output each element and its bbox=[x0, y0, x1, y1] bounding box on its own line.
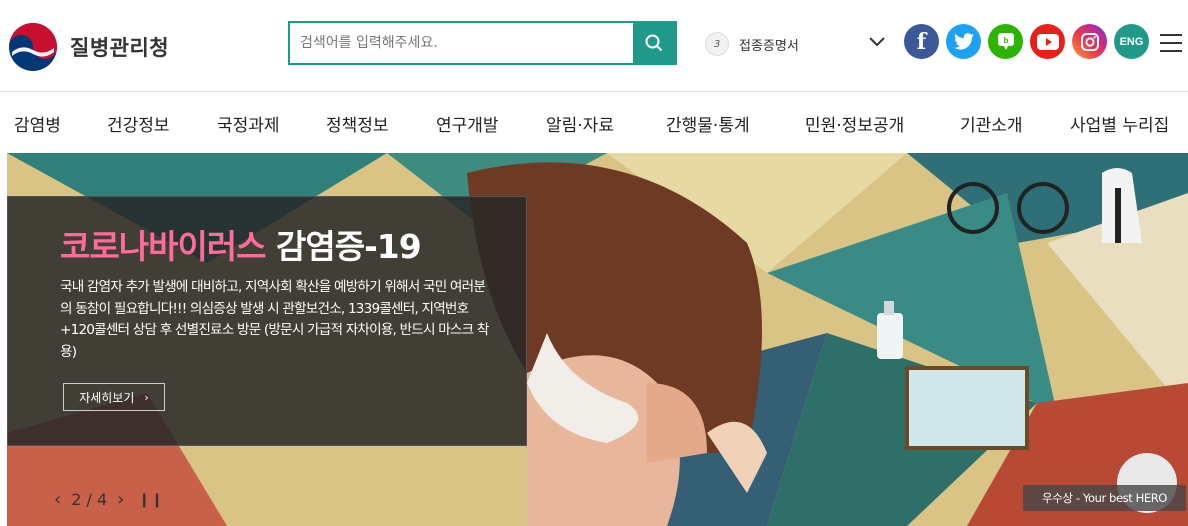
chevron-right-icon: › bbox=[144, 390, 149, 404]
nav-item-notice-data[interactable]: 알림·자료 bbox=[546, 111, 614, 136]
nav-item-about[interactable]: 기관소개 bbox=[960, 111, 1023, 136]
hero-title-rest: 감염증-19 bbox=[276, 227, 422, 266]
social-links: f b ENG bbox=[904, 24, 1149, 59]
main-navigation: 감염병 건강정보 국정과제 정책정보 연구개발 알림·자료 간행물·통계 민원·… bbox=[0, 93, 1188, 153]
popular-rank: 3 bbox=[705, 32, 729, 56]
taegeuk-logo-icon bbox=[9, 23, 57, 71]
slider-pager: ‹ 2 / 4 › ❙❙ bbox=[54, 489, 164, 510]
slide-total: 4 bbox=[96, 490, 108, 509]
next-slide-icon[interactable]: › bbox=[117, 489, 124, 510]
hamburger-menu-icon[interactable] bbox=[1160, 34, 1182, 52]
slide-separator: / bbox=[86, 490, 92, 509]
logo[interactable]: 질병관리청 bbox=[8, 22, 169, 72]
slide-current: 2 bbox=[71, 490, 82, 509]
facebook-icon[interactable]: f bbox=[904, 24, 939, 59]
twitter-icon[interactable] bbox=[946, 24, 981, 59]
site-header: 질병관리청 3 접종증명서 f b ENG bbox=[0, 0, 1188, 92]
chevron-down-icon[interactable] bbox=[868, 36, 886, 48]
nav-item-civil-info[interactable]: 민원·정보공개 bbox=[805, 111, 904, 136]
nav-item-research[interactable]: 연구개발 bbox=[436, 111, 499, 136]
nav-item-health-info[interactable]: 건강정보 bbox=[107, 111, 170, 136]
nav-item-policy-info[interactable]: 정책정보 bbox=[326, 111, 389, 136]
popular-keyword[interactable]: 3 접종증명서 bbox=[705, 32, 799, 56]
instagram-icon[interactable] bbox=[1072, 24, 1107, 59]
svg-text:b: b bbox=[1003, 36, 1008, 45]
blog-icon[interactable]: b bbox=[988, 24, 1023, 59]
hero-title-highlight: 코로나바이러스 bbox=[60, 227, 267, 266]
search-button[interactable] bbox=[633, 23, 675, 63]
hero-content-box: 코로나바이러스 감염증-19 국내 감염자 추가 발생에 대비하고, 지역사회 … bbox=[7, 196, 527, 446]
english-site-button[interactable]: ENG bbox=[1114, 24, 1149, 59]
search-input[interactable] bbox=[290, 23, 633, 63]
nav-item-project-sites[interactable]: 사업별 누리집 bbox=[1070, 111, 1169, 136]
more-details-label: 자세히보기 bbox=[79, 390, 135, 405]
search-bar bbox=[288, 21, 677, 65]
nav-item-national-tasks[interactable]: 국정과제 bbox=[217, 111, 280, 136]
youtube-icon[interactable] bbox=[1030, 24, 1065, 59]
prev-slide-icon[interactable]: ‹ bbox=[54, 489, 61, 510]
hero-slider: 코로나바이러스 감염증-19 국내 감염자 추가 발생에 대비하고, 지역사회 … bbox=[7, 153, 1188, 526]
pause-icon[interactable]: ❙❙ bbox=[138, 492, 163, 508]
nav-item-infectious-disease[interactable]: 감염병 bbox=[14, 111, 61, 136]
hero-title: 코로나바이러스 감염증-19 bbox=[60, 227, 526, 267]
hero-description: 국내 감염자 추가 발생에 대비하고, 지역사회 확산을 예방하기 위해서 국민… bbox=[60, 279, 489, 360]
slide-counter: 2 / 4 bbox=[71, 490, 107, 509]
popular-keyword-text: 접종증명서 bbox=[739, 38, 799, 54]
nav-item-publications-stats[interactable]: 간행물·통계 bbox=[666, 111, 750, 136]
search-icon bbox=[645, 34, 663, 52]
site-title: 질병관리청 bbox=[70, 36, 170, 60]
slide-caption: 우수상 - Your best HERO bbox=[1023, 485, 1186, 511]
more-details-button[interactable]: 자세히보기 › bbox=[63, 383, 165, 411]
